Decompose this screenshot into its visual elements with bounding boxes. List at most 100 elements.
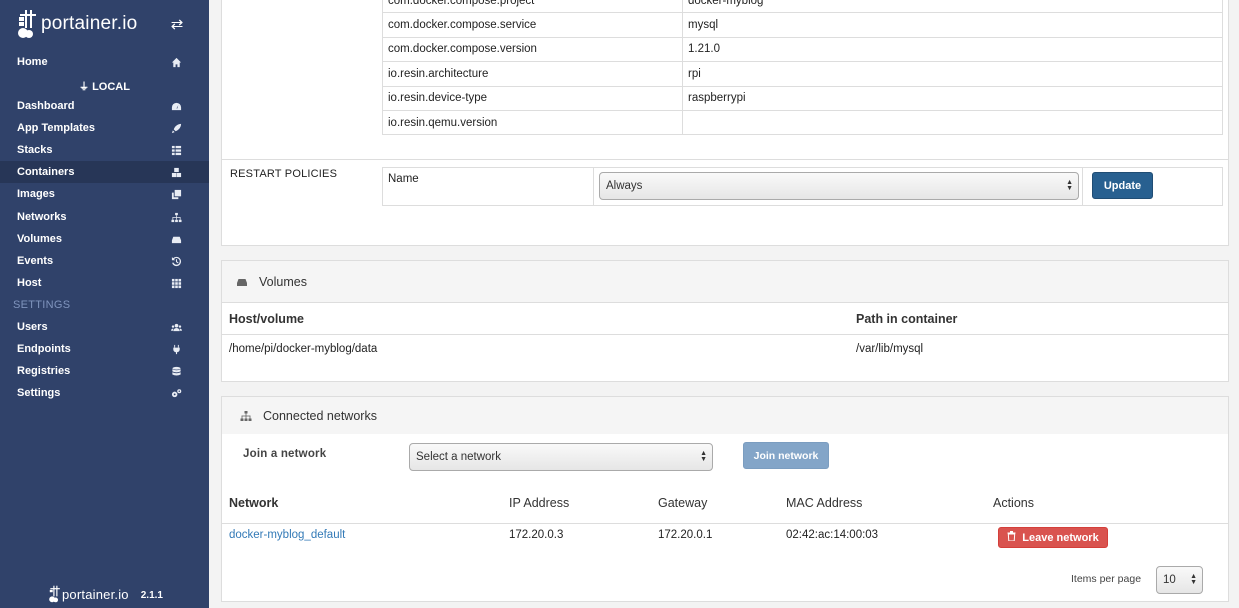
- sidebar-item-label: Events: [17, 255, 54, 267]
- sidebar-item-endpoints[interactable]: Endpoints: [0, 338, 209, 360]
- label-key: com.docker.compose.project: [382, 0, 683, 14]
- volume-host-path: /home/pi/docker-myblog/data: [229, 343, 378, 355]
- version-label: 2.1.1: [140, 590, 163, 601]
- sitemap-icon: [239, 410, 255, 422]
- settings-heading: SETTINGS: [13, 299, 71, 311]
- tachometer-icon: [169, 100, 183, 112]
- networks-title: Connected networks: [263, 408, 377, 423]
- restart-policy-form: Name Always ▲ ▼ Update: [382, 167, 1223, 206]
- main-content: com.docker.compose.project docker-myblog …: [209, 0, 1239, 608]
- clone-icon: [169, 188, 183, 200]
- join-network-button[interactable]: Join network: [743, 442, 829, 469]
- label-value: raspberrypi: [682, 85, 1223, 111]
- sidebar-item-label: Settings: [17, 387, 61, 399]
- select-arrows-icon: ▲ ▼: [1190, 573, 1197, 586]
- update-button[interactable]: Update: [1092, 172, 1153, 199]
- join-network-label: Join a network: [243, 448, 327, 460]
- th-list-icon: [169, 144, 183, 156]
- col-header-path: Path in container: [856, 312, 958, 326]
- sidebar-footer: portainer.io 2.1.1: [48, 584, 163, 604]
- table-row: com.docker.compose.project docker-myblog: [382, 0, 1223, 14]
- sidebar-item-label: App Templates: [17, 122, 96, 134]
- volume-container-path: /var/lib/mysql: [856, 343, 924, 355]
- home-icon: [169, 56, 183, 68]
- restart-policy-select[interactable]: Always ▲ ▼: [599, 172, 1079, 200]
- volumes-panel-header: Volumes: [222, 261, 1228, 303]
- label-value: 1.21.0: [682, 36, 1223, 63]
- volumes-panel: Volumes Host/volume Path in container /h…: [221, 260, 1229, 382]
- leave-network-label: Leave network: [1022, 531, 1099, 544]
- footer-brand-text: portainer.io: [62, 586, 129, 602]
- restart-policy-selected: Always: [606, 180, 643, 192]
- label-key: com.docker.compose.service: [382, 12, 683, 38]
- history-icon: [169, 255, 183, 267]
- divider: [222, 159, 1228, 160]
- sidebar-item-label: Stacks: [17, 144, 53, 156]
- sidebar-item-app-templates[interactable]: App Templates: [0, 117, 209, 139]
- sidebar-item-registries[interactable]: Registries: [0, 360, 209, 382]
- endpoint-heading: ⏚ LOCAL: [79, 81, 130, 93]
- col-header-ip: IP Address: [509, 496, 570, 510]
- network-select-placeholder: Select a network: [416, 451, 502, 463]
- sidebar-toggle-icon[interactable]: ⇄: [168, 16, 186, 34]
- sidebar-item-label: Dashboard: [17, 100, 75, 112]
- sitemap-icon: [169, 211, 183, 223]
- table-row: io.resin.qemu.version: [382, 109, 1223, 136]
- brand-text: portainer.io: [41, 13, 138, 34]
- col-header-actions: Actions: [993, 496, 1034, 510]
- label-value: mysql: [682, 12, 1223, 38]
- divider: [222, 523, 1228, 524]
- col-header-host-volume: Host/volume: [229, 312, 305, 326]
- sidebar-item-label: Containers: [17, 166, 75, 178]
- sidebar-item-dashboard[interactable]: Dashboard: [0, 95, 209, 117]
- networks-table: Network IP Address Gateway MAC Address A…: [222, 493, 1228, 559]
- network-mac: 02:42:ac:14:00:03: [786, 529, 879, 541]
- label-value: rpi: [682, 61, 1223, 87]
- sidebar-item-containers[interactable]: Containers: [0, 161, 209, 183]
- label-value: docker-myblog: [682, 0, 1223, 14]
- label-key: io.resin.qemu.version: [382, 109, 683, 136]
- sidebar-item-images[interactable]: Images: [0, 183, 209, 205]
- sidebar-item-label: Volumes: [17, 233, 63, 245]
- volumes-title: Volumes: [259, 274, 307, 289]
- sidebar-item-users[interactable]: Users: [0, 316, 209, 338]
- plug-icon: ⏚: [79, 82, 90, 93]
- cogs-icon: [169, 387, 183, 399]
- hdd-icon: [169, 233, 183, 245]
- sidebar-item-label: Registries: [17, 365, 71, 377]
- users-icon: [169, 321, 183, 333]
- sidebar-item-stacks[interactable]: Stacks: [0, 139, 209, 161]
- sidebar-item-volumes[interactable]: Volumes: [0, 228, 209, 250]
- select-arrows-icon: ▲ ▼: [700, 450, 707, 463]
- portainer-logo[interactable]: portainer.io: [16, 8, 137, 40]
- cubes-icon: [169, 166, 183, 178]
- rocket-icon: [169, 122, 183, 134]
- table-row: com.docker.compose.version 1.21.0: [382, 36, 1223, 63]
- label-key: com.docker.compose.version: [382, 36, 683, 63]
- network-select[interactable]: Select a network ▲ ▼: [409, 443, 713, 471]
- label-key: io.resin.architecture: [382, 61, 683, 87]
- sidebar-item-events[interactable]: Events: [0, 250, 209, 272]
- trash-icon: [1007, 531, 1016, 544]
- network-name-link[interactable]: docker-myblog_default: [229, 529, 345, 541]
- items-per-page-label: Items per page: [1071, 573, 1142, 585]
- items-per-page-value: 10: [1163, 574, 1176, 586]
- networks-panel: Connected networks Join a network Select…: [221, 396, 1229, 602]
- col-header-gateway: Gateway: [658, 496, 708, 510]
- sidebar-item-settings[interactable]: Settings: [0, 382, 209, 404]
- items-per-page-select[interactable]: 10 ▲ ▼: [1156, 566, 1203, 594]
- sidebar-item-networks[interactable]: Networks: [0, 206, 209, 228]
- sidebar-item-home[interactable]: Home: [0, 51, 209, 73]
- portainer-logo-icon: [49, 585, 60, 603]
- sidebar: portainer.io ⇄ Home ⏚ LOCAL Dashboard Ap…: [0, 0, 209, 608]
- leave-network-button[interactable]: Leave network: [998, 527, 1108, 548]
- networks-panel-header: Connected networks: [222, 397, 1228, 434]
- divider: [222, 334, 1228, 335]
- table-row: io.resin.architecture rpi: [382, 61, 1223, 87]
- network-ip: 172.20.0.3: [509, 529, 564, 541]
- brand-area: portainer.io ⇄: [0, 0, 209, 48]
- sidebar-item-host[interactable]: Host: [0, 272, 209, 294]
- restart-name-label: Name: [383, 168, 594, 205]
- col-header-network: Network: [229, 496, 279, 510]
- select-arrows-icon: ▲ ▼: [1066, 179, 1073, 192]
